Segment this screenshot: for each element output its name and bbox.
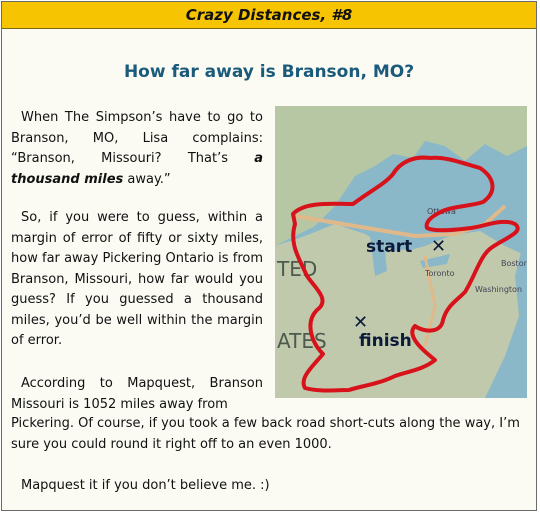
- start-label: start: [366, 237, 412, 257]
- p1-end: away.”: [123, 171, 171, 187]
- p1-start: When The Simpson’s have to go to Branson…: [11, 110, 263, 166]
- paragraph-simpsons: When The Simpson’s have to go to Branson…: [11, 108, 263, 190]
- label-washington: Washington: [475, 285, 522, 294]
- header-title: Crazy Distances, #8: [185, 6, 353, 24]
- finish-x-icon: ✕: [353, 312, 368, 333]
- paragraph-mapquest-end: Pickering. Of course, if you took a few …: [11, 416, 520, 452]
- paragraph-closing: Mapquest it if you don’t believe me. :): [21, 478, 270, 493]
- paragraph-mapquest-start: According to Mapquest, Branson Missouri …: [11, 376, 263, 412]
- label-toronto: Toronto: [424, 269, 455, 278]
- route-map: Ottawa Toronto Boston Washington TED ATE…: [275, 106, 527, 398]
- start-x-icon: ✕: [431, 236, 446, 257]
- label-boston: Boston: [501, 259, 527, 268]
- page-header: Crazy Distances, #8: [2, 2, 536, 29]
- finish-label: finish: [359, 331, 412, 351]
- label-ted: TED: [276, 257, 317, 281]
- paragraph-guess: So, if you were to guess, within a margi…: [11, 210, 263, 348]
- article-card: Crazy Distances, #8 How far away is Bran…: [1, 1, 537, 511]
- article-question: How far away is Branson, MO?: [123, 62, 415, 82]
